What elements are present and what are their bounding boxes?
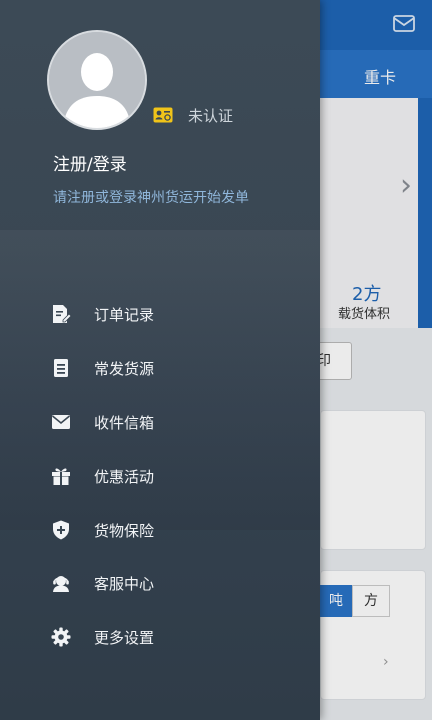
menu-item-inbox[interactable]: 收件信箱: [0, 400, 320, 444]
verification-status: 未认证: [188, 107, 234, 125]
navigation-drawer: 未认证 注册/登录 请注册或登录神州货运开始发单 订单记录 常发货源 收件信箱: [0, 0, 320, 720]
frequent-cargo-icon: [54, 359, 68, 377]
menu-item-customer-service[interactable]: 客服中心: [0, 561, 320, 605]
menu-item-frequent-cargo[interactable]: 常发货源: [0, 346, 320, 390]
order-record-icon: [53, 305, 72, 323]
menu-item-promotions[interactable]: 优惠活动: [0, 454, 320, 498]
menu-item-cargo-insurance[interactable]: 货物保险: [0, 508, 320, 552]
menu-label: 常发货源: [94, 360, 155, 378]
settings-gear-icon: [51, 627, 71, 647]
menu-label: 货物保险: [94, 522, 155, 540]
login-hint-text: 请注册或登录神州货运开始发单: [53, 190, 249, 206]
menu-item-order-records[interactable]: 订单记录: [0, 292, 320, 336]
menu-label: 客服中心: [94, 575, 155, 593]
id-card-icon: [153, 107, 173, 123]
insurance-shield-icon: [53, 520, 69, 540]
menu-label: 订单记录: [94, 306, 155, 324]
customer-service-icon: [53, 576, 69, 592]
gift-icon: [52, 468, 70, 485]
login-register-link[interactable]: 注册/登录: [53, 150, 127, 175]
menu-label: 更多设置: [94, 629, 155, 647]
default-avatar-icon[interactable]: [47, 30, 147, 130]
menu-item-more-settings[interactable]: 更多设置: [0, 615, 320, 659]
menu-label: 优惠活动: [94, 468, 155, 486]
menu-label: 收件信箱: [94, 414, 155, 432]
inbox-icon: [51, 415, 71, 429]
